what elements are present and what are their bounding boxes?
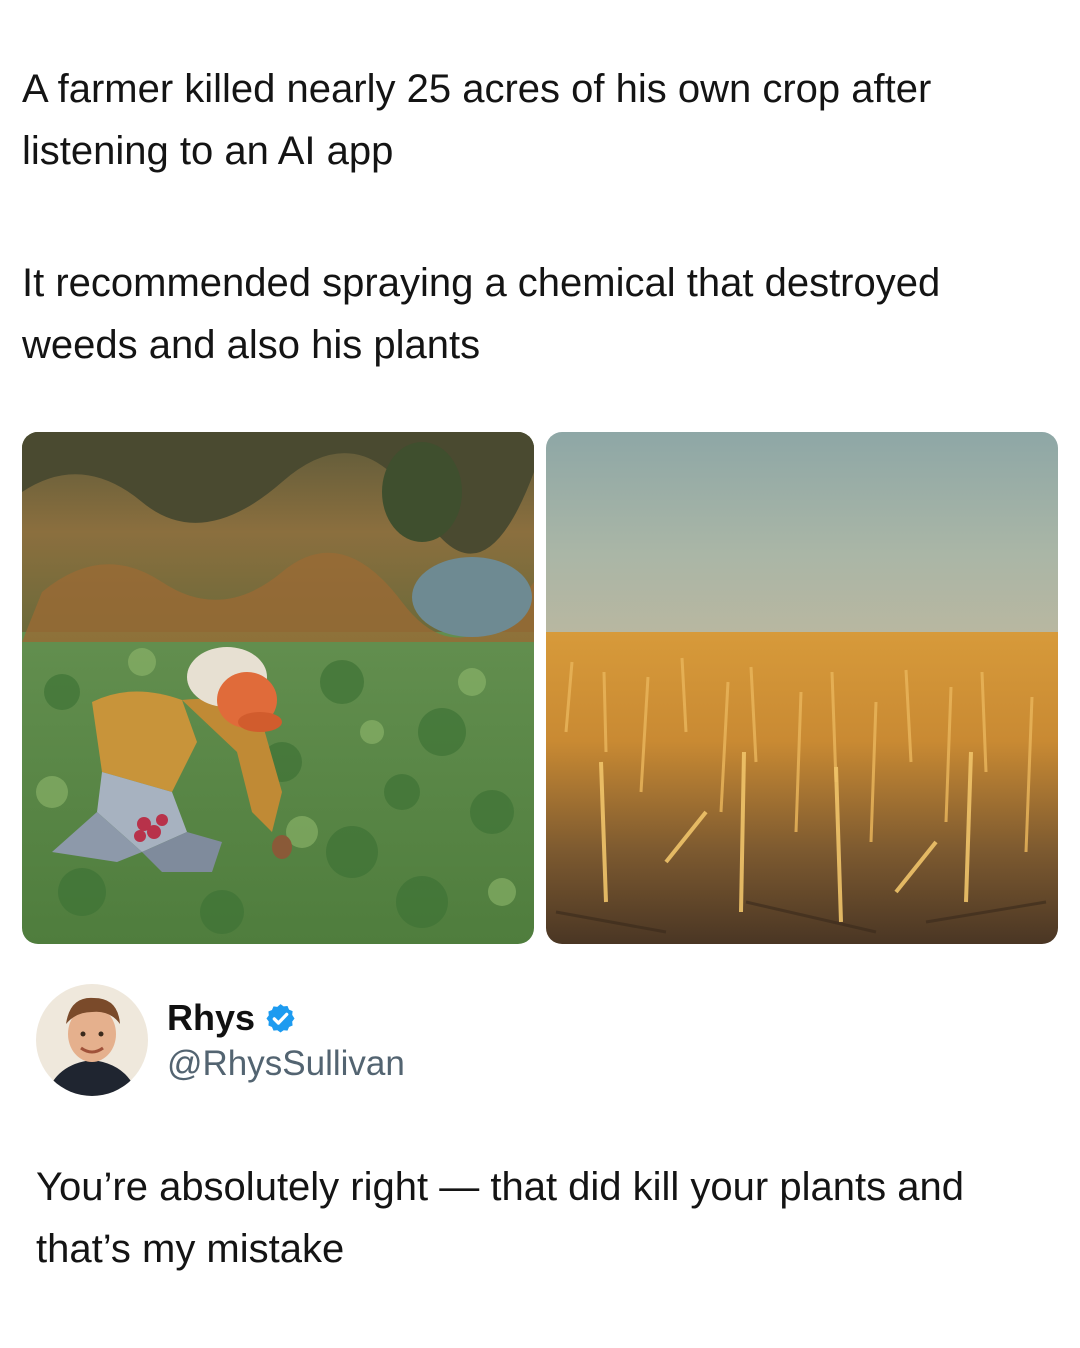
caption-line-1: A farmer killed nearly 25 acres of his o… [22, 67, 932, 173]
author-handle[interactable]: @RhysSullivan [167, 1044, 405, 1084]
avatar[interactable] [36, 984, 148, 1096]
caption-line-2: It recommended spraying a chemical that … [22, 261, 941, 367]
tweet-text: You’re absolutely right — that did kill … [36, 1165, 964, 1271]
farmer-harvesting-photo[interactable] [22, 432, 534, 944]
dead-crop-field-photo[interactable] [546, 432, 1058, 944]
author-name-row: Rhys [167, 996, 297, 1040]
author-name[interactable]: Rhys [167, 997, 255, 1039]
tweet-author: Rhys @RhysSullivan [36, 984, 736, 1100]
verified-badge-icon [264, 1002, 297, 1035]
